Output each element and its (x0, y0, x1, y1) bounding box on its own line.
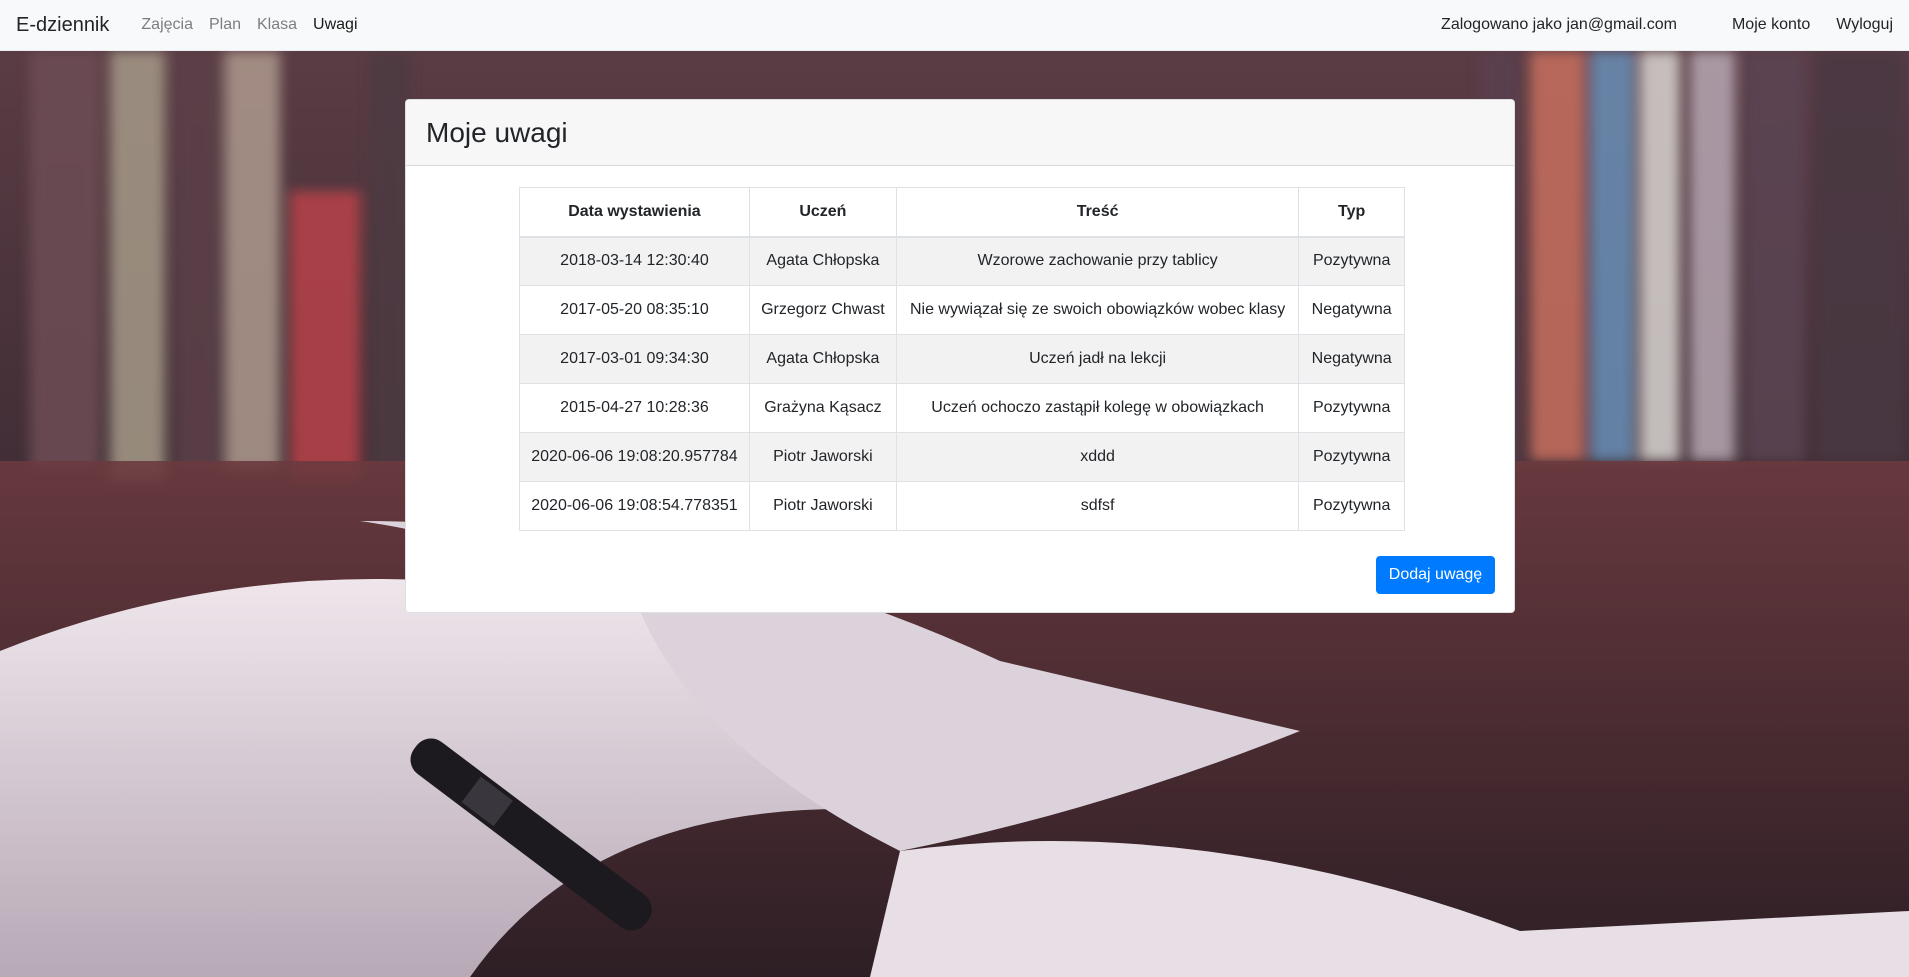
user-nav: Zalogowano jako jan@gmail.com Moje konto… (1441, 16, 1893, 34)
table-row: 2015-04-27 10:28:36 Grażyna Kąsacz Uczeń… (519, 383, 1405, 433)
add-note-button[interactable]: Dodaj uwagę (1376, 556, 1495, 594)
cell-content: Uczeń jadł na lekcji (895, 334, 1300, 384)
cell-student: Grażyna Kąsacz (748, 383, 897, 433)
cell-student: Piotr Jaworski (748, 432, 897, 482)
cell-content: xddd (895, 432, 1300, 482)
cell-date: 2017-05-20 08:35:10 (519, 285, 750, 335)
cell-type: Negatywna (1298, 285, 1405, 335)
cell-type: Pozytywna (1298, 432, 1405, 482)
cell-content: Nie wywiązał się ze swoich obowiązków wo… (895, 285, 1300, 335)
main-nav: Zajęcia Plan Klasa Uwagi (133, 16, 365, 34)
column-header-content: Treść (895, 187, 1300, 238)
cell-student: Agata Chłopska (748, 334, 897, 384)
table-header-row: Data wystawienia Uczeń Treść Typ (519, 187, 1405, 238)
table-row: 2020-06-06 19:08:54.778351 Piotr Jaworsk… (519, 481, 1405, 531)
brand-link[interactable]: E-dziennik (16, 14, 109, 37)
notes-card: Moje uwagi Data wystawienia Uczeń Treść … (405, 99, 1515, 613)
nav-link-uwagi[interactable]: Uwagi (305, 16, 365, 34)
my-account-link[interactable]: Moje konto (1732, 16, 1810, 34)
top-navbar: E-dziennik Zajęcia Plan Klasa Uwagi Zalo… (0, 0, 1909, 51)
cell-student: Piotr Jaworski (748, 481, 897, 531)
cell-student: Agata Chłopska (748, 236, 897, 286)
cell-date: 2018-03-14 12:30:40 (519, 236, 750, 286)
table-row: 2018-03-14 12:30:40 Agata Chłopska Wzoro… (519, 236, 1405, 286)
cell-content: Wzorowe zachowanie przy tablicy (895, 236, 1300, 286)
cell-type: Pozytywna (1298, 481, 1405, 531)
logout-link[interactable]: Wyloguj (1836, 16, 1893, 34)
column-header-student: Uczeń (748, 187, 897, 238)
cell-date: 2017-03-01 09:34:30 (519, 334, 750, 384)
card-header: Moje uwagi (406, 100, 1514, 166)
logged-in-text: Zalogowano jako jan@gmail.com (1441, 16, 1677, 33)
column-header-type: Typ (1298, 187, 1405, 238)
cell-type: Pozytywna (1298, 236, 1405, 286)
cell-content: Uczeń ochoczo zastąpił kolegę w obowiązk… (895, 383, 1300, 433)
cell-content: sdfsf (895, 481, 1300, 531)
page-title: Moje uwagi (426, 116, 568, 148)
cell-date: 2020-06-06 19:08:54.778351 (519, 481, 750, 531)
cell-type: Pozytywna (1298, 383, 1405, 433)
cell-type: Negatywna (1298, 334, 1405, 384)
cell-student: Grzegorz Chwast (748, 285, 897, 335)
nav-link-plan[interactable]: Plan (201, 16, 249, 34)
cell-date: 2020-06-06 19:08:20.957784 (519, 432, 750, 482)
table-row: 2017-05-20 08:35:10 Grzegorz Chwast Nie … (519, 285, 1405, 335)
table-row: 2020-06-06 19:08:20.957784 Piotr Jaworsk… (519, 432, 1405, 482)
nav-link-klasa[interactable]: Klasa (249, 16, 305, 34)
column-header-date: Data wystawienia (519, 187, 750, 238)
nav-link-zajecia[interactable]: Zajęcia (133, 16, 201, 34)
notes-table: Data wystawienia Uczeń Treść Typ 2018-03… (519, 187, 1405, 531)
cell-date: 2015-04-27 10:28:36 (519, 383, 750, 433)
table-row: 2017-03-01 09:34:30 Agata Chłopska Uczeń… (519, 334, 1405, 384)
